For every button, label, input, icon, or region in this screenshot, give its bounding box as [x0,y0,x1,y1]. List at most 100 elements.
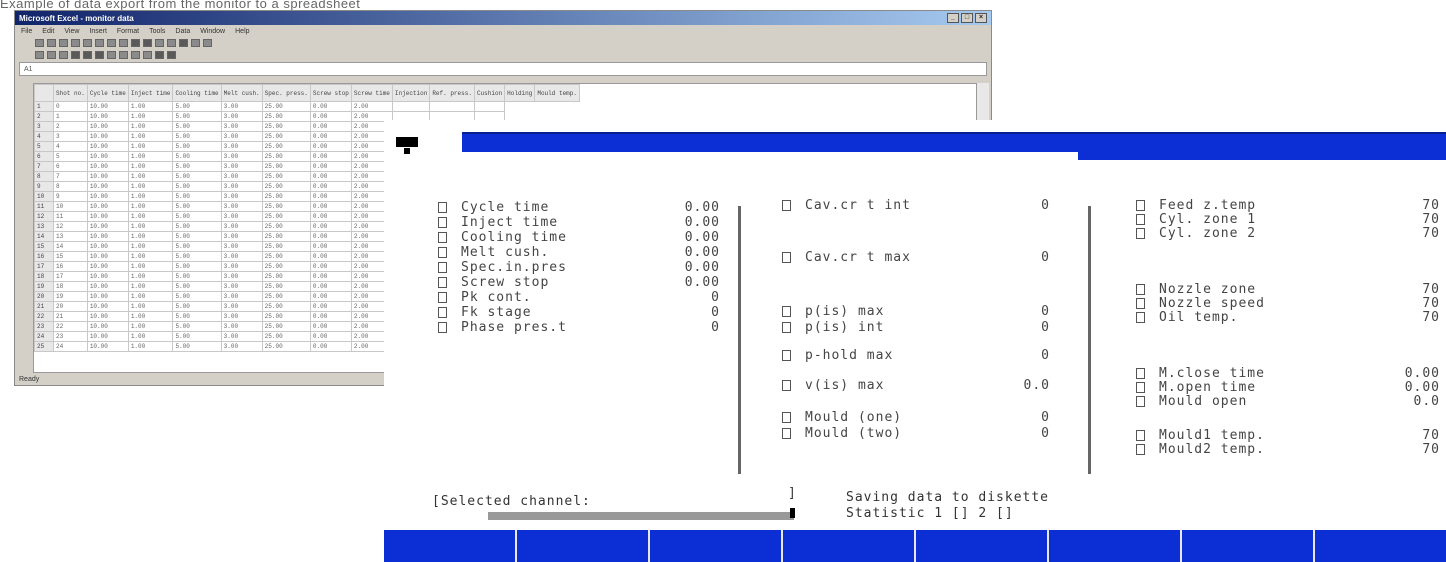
parameter-checkbox[interactable] [438,277,447,288]
table-cell[interactable]: 11 [53,211,88,222]
table-cell[interactable]: 25.00 [261,141,311,152]
table-cell[interactable]: 3 [53,131,88,142]
parameter-row[interactable]: Mould (one) [782,411,902,424]
table-cell[interactable]: 0.00 [309,191,352,202]
table-cell[interactable]: 0.00 [309,331,352,342]
table-cell[interactable]: 0.00 [309,311,352,322]
table-cell[interactable]: 0.00 [309,221,352,232]
table-cell[interactable]: 0.00 [309,211,352,222]
redo-icon[interactable] [143,39,152,47]
table-cell[interactable]: 7 [53,171,88,182]
table-cell[interactable]: 3.00 [220,121,263,132]
table-cell[interactable]: 3.00 [220,231,263,242]
table-cell[interactable]: 5.00 [172,101,222,112]
table-cell[interactable]: 8 [53,181,88,192]
parameter-row[interactable]: Screw stop [438,276,549,289]
table-cell[interactable] [429,101,475,112]
table-row[interactable]: 1 0 10.00 1.00 5.00 3.00 25.00 0.00 2.00 [34,101,580,112]
table-cell[interactable]: 1.00 [127,121,174,132]
parameter-row[interactable]: Feed z.temp [1136,199,1256,212]
underline-icon[interactable] [59,51,68,59]
table-cell[interactable]: 25.00 [261,291,311,302]
table-cell[interactable]: 12 [53,221,88,232]
formula-bar[interactable]: A1 [19,62,987,76]
table-cell[interactable]: 10.00 [86,161,129,172]
table-cell[interactable]: 4 [53,141,88,152]
table-cell[interactable]: 3.00 [220,201,263,212]
table-cell[interactable]: 3.00 [220,251,263,262]
column-header[interactable]: Holding [504,84,536,102]
table-cell[interactable]: 25.00 [261,111,311,122]
parameter-checkbox[interactable] [1136,312,1145,323]
table-cell[interactable]: 10.00 [86,231,129,242]
column-header[interactable]: Spec. press. [261,84,311,102]
italic-icon[interactable] [47,51,56,59]
column-header[interactable]: Injection [391,84,431,102]
table-cell[interactable]: 5.00 [172,311,222,322]
column-header[interactable]: Screw stop [309,84,352,102]
parameter-row[interactable]: Mould1 temp. [1136,429,1265,442]
table-cell[interactable]: 25.00 [261,121,311,132]
table-cell[interactable]: 3.00 [220,161,263,172]
sort-icon[interactable] [167,39,176,47]
parameter-checkbox[interactable] [782,200,791,211]
parameter-checkbox[interactable] [1136,368,1145,379]
parameter-row[interactable]: Cooling time [438,231,567,244]
table-cell[interactable]: 10.00 [86,291,129,302]
table-cell[interactable]: 3.00 [220,301,263,312]
table-cell[interactable]: 25.00 [261,331,311,342]
table-cell[interactable]: 25.00 [261,241,311,252]
table-cell[interactable]: 5.00 [172,291,222,302]
table-cell[interactable]: 0.00 [309,181,352,192]
parameter-checkbox[interactable] [782,252,791,263]
table-cell[interactable]: 0.00 [309,201,352,212]
table-cell[interactable]: 25.00 [261,321,311,332]
function-key-1[interactable] [384,530,517,562]
column-header[interactable]: Melt cush. [220,84,263,102]
parameter-row[interactable]: Inject time [438,216,558,229]
table-cell[interactable]: 25.00 [261,151,311,162]
parameter-row[interactable]: p(is) int [782,321,884,334]
table-cell[interactable]: 5 [53,151,88,162]
table-cell[interactable]: 5.00 [172,241,222,252]
table-cell[interactable]: 3.00 [220,111,263,122]
align-right-icon[interactable] [95,51,104,59]
table-cell[interactable]: 3.00 [220,261,263,272]
table-cell[interactable]: 0.00 [309,281,352,292]
table-cell[interactable]: 0.00 [309,101,352,112]
table-cell[interactable]: 1.00 [127,141,174,152]
table-cell[interactable]: 25.00 [261,181,311,192]
function-key-4[interactable] [783,530,916,562]
table-cell[interactable]: 5.00 [172,111,222,122]
table-cell[interactable]: 25.00 [261,311,311,322]
menu-item[interactable]: Tools [149,28,165,35]
parameter-checkbox[interactable] [438,307,447,318]
parameter-checkbox[interactable] [1136,396,1145,407]
table-cell[interactable]: 5.00 [172,331,222,342]
table-cell[interactable]: 1.00 [127,271,174,282]
function-key-5[interactable] [916,530,1049,562]
table-cell[interactable]: 0.00 [309,271,352,282]
table-cell[interactable]: 19 [53,291,88,302]
parameter-checkbox[interactable] [1136,430,1145,441]
function-key-3[interactable] [650,530,783,562]
table-cell[interactable]: 25.00 [261,171,311,182]
table-cell[interactable]: 5.00 [172,141,222,152]
table-cell[interactable]: 1.00 [127,261,174,272]
table-cell[interactable]: 10.00 [86,241,129,252]
table-cell[interactable]: 1 [53,111,88,122]
table-cell[interactable]: 1.00 [127,321,174,332]
table-cell[interactable]: 10.00 [86,101,129,112]
fill-color-icon[interactable] [155,51,164,59]
table-cell[interactable]: 25.00 [261,261,311,272]
table-cell[interactable]: 5.00 [172,221,222,232]
parameter-checkbox[interactable] [782,306,791,317]
table-cell[interactable]: 1.00 [127,341,174,352]
parameter-row[interactable]: Nozzle speed [1136,297,1265,310]
table-cell[interactable]: 10.00 [86,191,129,202]
table-cell[interactable]: 10.00 [86,251,129,262]
merge-icon[interactable] [107,51,116,59]
menu-item[interactable]: Window [200,28,225,35]
paste-icon[interactable] [119,39,128,47]
table-cell[interactable]: 1.00 [127,131,174,142]
